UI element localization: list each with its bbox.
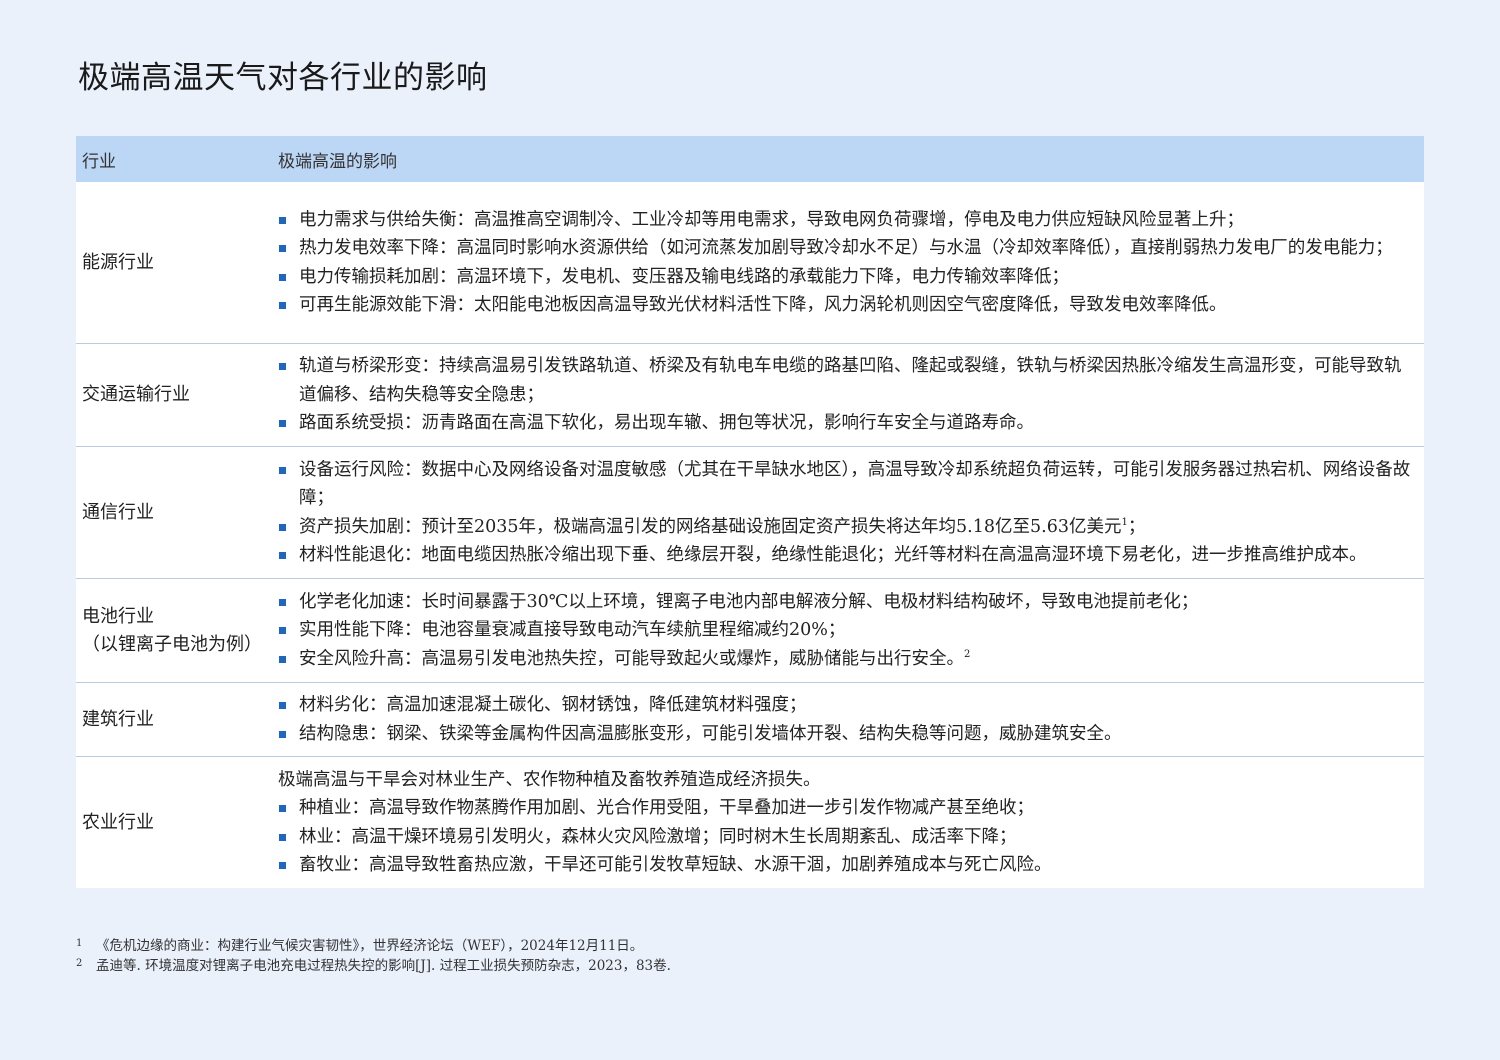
list-item: 种植业：高温导致作物蒸腾作用加剧、光合作用受阻，干旱叠加进一步引发作物减产甚至绝…	[278, 794, 1414, 823]
row-industry: 电池行业 （以锂离子电池为例）	[76, 603, 278, 659]
row-impact: 化学老化加速：长时间暴露于30℃以上环境，锂离子电池内部电解液分解、电极材料结构…	[278, 588, 1424, 674]
row-industry: 农业行业	[76, 809, 278, 837]
square-bullet-icon	[278, 691, 299, 720]
square-bullet-icon	[278, 588, 299, 617]
footnote-1: 1 《危机边缘的商业：构建行业气候灾害韧性》，世界经济论坛（WEF），2024年…	[76, 936, 671, 956]
list-item: 资产损失加剧：预计至2035年，极端高温引发的网络基础设施固定资产损失将达年均5…	[278, 513, 1414, 542]
industry-name: 交通运输行业	[82, 384, 190, 405]
row-industry: 通信行业	[76, 499, 278, 527]
square-bullet-icon	[278, 206, 299, 235]
row-impact: 轨道与桥梁形变：持续高温易引发铁路轨道、桥梁及有轨电车电缆的路基凹陷、隆起或裂缝…	[278, 352, 1424, 438]
square-bullet-icon	[278, 616, 299, 645]
square-bullet-icon	[278, 513, 299, 542]
square-bullet-icon	[278, 456, 299, 513]
square-bullet-icon	[278, 263, 299, 292]
list-item: 设备运行风险：数据中心及网络设备对温度敏感（尤其在干旱缺水地区），高温导致冷却系…	[278, 456, 1414, 513]
list-item: 结构隐患：钢梁、铁梁等金属构件因高温膨胀变形，可能引发墙体开裂、结构失稳等问题，…	[278, 720, 1414, 749]
row-impact: 极端高温与干旱会对林业生产、农作物种植及畜牧养殖造成经济损失。 种植业：高温导致…	[278, 766, 1424, 880]
square-bullet-icon	[278, 645, 299, 674]
list-item: 材料性能退化：地面电缆因热胀冷缩出现下垂、绝缘层开裂，绝缘性能退化；光纤等材料在…	[278, 541, 1414, 570]
list-item: 热力发电效率下降：高温同时影响水资源供给（如河流蒸发加剧导致冷却水不足）与水温（…	[278, 234, 1414, 263]
list-item: 路面系统受损：沥青路面在高温下软化，易出现车辙、拥包等状况，影响行车安全与道路寿…	[278, 409, 1414, 438]
industry-subtitle: （以锂离子电池为例）	[82, 633, 262, 655]
footnote-text: 《危机边缘的商业：构建行业气候灾害韧性》，世界经济论坛（WEF），2024年12…	[96, 938, 644, 954]
list-item: 轨道与桥梁形变：持续高温易引发铁路轨道、桥梁及有轨电车电缆的路基凹陷、隆起或裂缝…	[278, 352, 1414, 409]
footnote-text: 孟迪等. 环境温度对锂离子电池充电过程热失控的影响[J]. 过程工业损失预防杂志…	[96, 958, 671, 974]
table-row-telecom: 通信行业 设备运行风险：数据中心及网络设备对温度敏感（尤其在干旱缺水地区），高温…	[76, 446, 1424, 578]
list-item: 化学老化加速：长时间暴露于30℃以上环境，锂离子电池内部电解液分解、电极材料结构…	[278, 588, 1414, 617]
footnote-ref[interactable]: 2	[964, 649, 970, 660]
list-item: 电力传输损耗加剧：高温环境下，发电机、变压器及输电线路的承载能力下降，电力传输效…	[278, 263, 1414, 292]
row-impact: 材料劣化：高温加速混凝土碳化、钢材锈蚀，降低建筑材料强度； 结构隐患：钢梁、铁梁…	[278, 691, 1424, 748]
industry-name: 农业行业	[82, 811, 154, 833]
square-bullet-icon	[278, 541, 299, 570]
header-industry: 行业	[82, 151, 116, 172]
square-bullet-icon	[278, 794, 299, 823]
square-bullet-icon	[278, 720, 299, 749]
footnote-number: 1	[76, 938, 83, 949]
square-bullet-icon	[278, 352, 299, 409]
table-row-transport: 交通运输行业 轨道与桥梁形变：持续高温易引发铁路轨道、桥梁及有轨电车电缆的路基凹…	[76, 343, 1424, 446]
square-bullet-icon	[278, 823, 299, 852]
page-title: 极端高温天气对各行业的影响	[78, 60, 488, 96]
table-row-battery: 电池行业 （以锂离子电池为例） 化学老化加速：长时间暴露于30℃以上环境，锂离子…	[76, 578, 1424, 682]
list-item: 畜牧业：高温导致牲畜热应激，干旱还可能引发牧草短缺、水源干涸，加剧养殖成本与死亡…	[278, 851, 1414, 880]
list-item: 电力需求与供给失衡：高温推高空调制冷、工业冷却等用电需求，导致电网负荷骤增，停电…	[278, 206, 1414, 235]
list-item: 实用性能下降：电池容量衰减直接导致电动汽车续航里程缩减约20%；	[278, 616, 1414, 645]
table-row-construction: 建筑行业 材料劣化：高温加速混凝土碳化、钢材锈蚀，降低建筑材料强度； 结构隐患：…	[76, 682, 1424, 756]
table-row-agriculture: 农业行业 极端高温与干旱会对林业生产、农作物种植及畜牧养殖造成经济损失。 种植业…	[76, 756, 1424, 888]
industry-name: 电池行业	[82, 605, 154, 627]
table-row-energy: 能源行业 电力需求与供给失衡：高温推高空调制冷、工业冷却等用电需求，导致电网负荷…	[76, 182, 1424, 343]
footnote-number: 2	[76, 958, 83, 969]
industry-name: 通信行业	[82, 501, 154, 523]
square-bullet-icon	[278, 291, 299, 320]
footnote-2: 2 孟迪等. 环境温度对锂离子电池充电过程热失控的影响[J]. 过程工业损失预防…	[76, 956, 671, 976]
header-impact: 极端高温的影响	[278, 151, 397, 172]
row-industry: 交通运输行业	[76, 381, 278, 409]
list-item: 林业：高温干燥环境易引发明火，森林火灾风险激增；同时树木生长周期紊乱、成活率下降…	[278, 823, 1414, 852]
row-impact: 设备运行风险：数据中心及网络设备对温度敏感（尤其在干旱缺水地区），高温导致冷却系…	[278, 456, 1424, 570]
row-impact: 电力需求与供给失衡：高温推高空调制冷、工业冷却等用电需求，导致电网负荷骤增，停电…	[278, 206, 1424, 320]
square-bullet-icon	[278, 234, 299, 263]
row-industry: 能源行业	[76, 249, 278, 277]
row-intro: 极端高温与干旱会对林业生产、农作物种植及畜牧养殖造成经济损失。	[278, 769, 821, 790]
footnotes: 1 《危机边缘的商业：构建行业气候灾害韧性》，世界经济论坛（WEF），2024年…	[76, 936, 671, 976]
list-item: 可再生能源效能下滑：太阳能电池板因高温导致光伏材料活性下降，风力涡轮机则因空气密…	[278, 291, 1414, 320]
industry-name: 建筑行业	[82, 708, 154, 730]
square-bullet-icon	[278, 851, 299, 880]
industry-name: 能源行业	[82, 251, 154, 273]
list-item: 安全风险升高：高温易引发电池热失控，可能导致起火或爆炸，威胁储能与出行安全。2	[278, 645, 1414, 674]
square-bullet-icon	[278, 409, 299, 438]
row-industry: 建筑行业	[76, 706, 278, 734]
impact-table: 行业 极端高温的影响 能源行业 电力需求与供给失衡：高温推高空调制冷、工业冷却等…	[76, 136, 1424, 888]
list-item: 材料劣化：高温加速混凝土碳化、钢材锈蚀，降低建筑材料强度；	[278, 691, 1414, 720]
table-header: 行业 极端高温的影响	[76, 136, 1424, 182]
